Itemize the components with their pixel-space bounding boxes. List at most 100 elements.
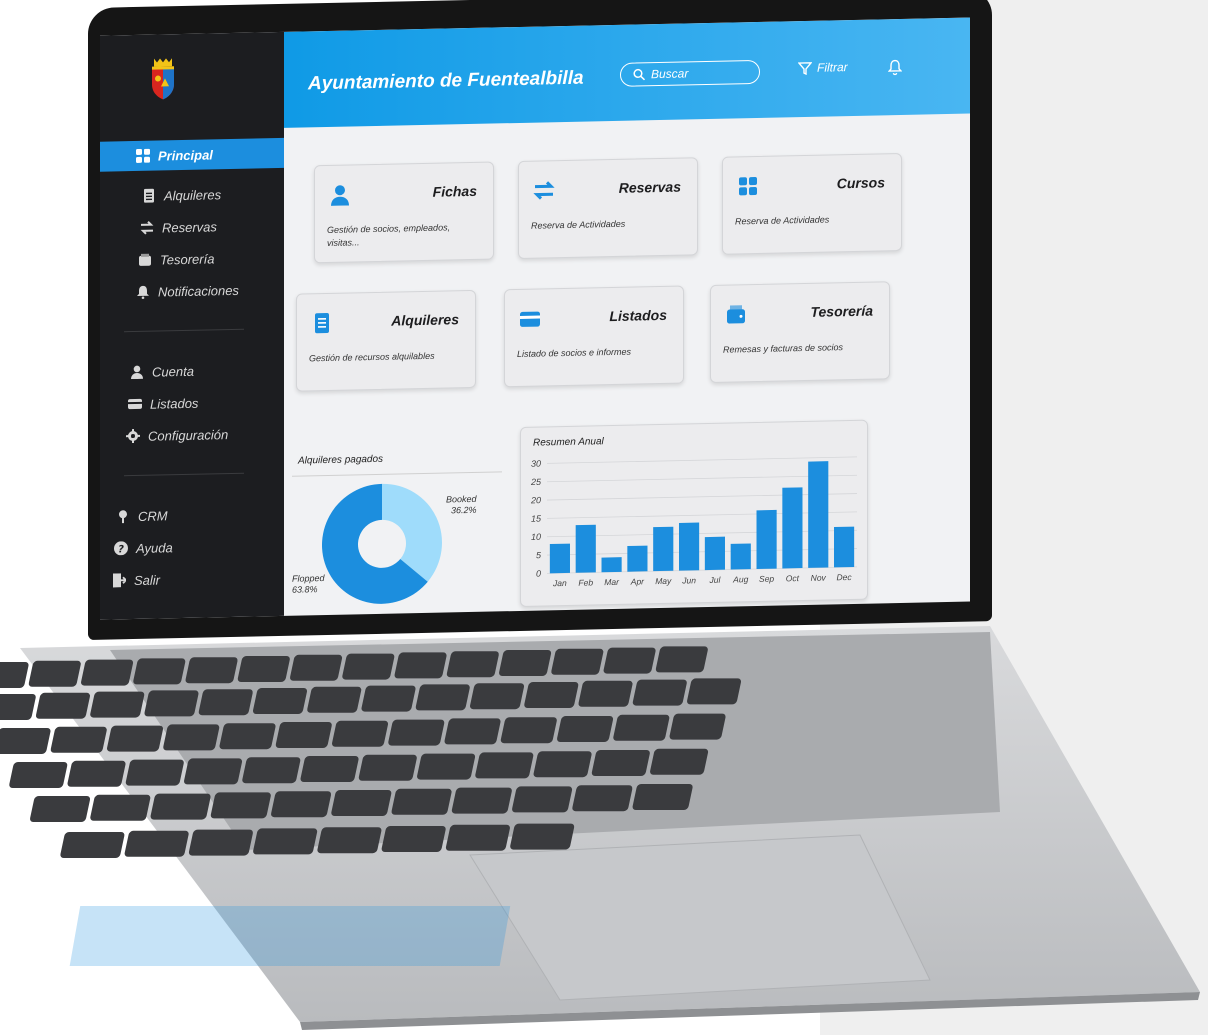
- sidebar-divider: [124, 472, 244, 477]
- card-listados[interactable]: Listados Listado de socios e informes: [504, 285, 684, 388]
- keyboard-key: [133, 658, 186, 685]
- bar-chart: 0 5 10 15 20 25 30 Jan Feb Mar Apr May Jun Jul Aug Sep O…: [530, 456, 857, 588]
- sidebar-item-configuracion[interactable]: Configuración: [126, 419, 228, 451]
- keyboard-key: [415, 684, 470, 711]
- card-cursos[interactable]: Cursos Reserva de Actividades: [722, 152, 902, 255]
- keyboard-key: [290, 654, 343, 681]
- card-tesoreria[interactable]: Tesorería Remesas y facturas de socios: [710, 281, 890, 383]
- card-title: Tesorería: [810, 302, 873, 320]
- keyboard-key: [391, 788, 452, 815]
- keyboard-key: [188, 829, 253, 856]
- sidebar-item-label: Notificaciones: [158, 282, 239, 300]
- card-icon: [520, 311, 540, 327]
- sidebar-item-label: Tesorería: [160, 250, 215, 267]
- keyboard-key: [332, 720, 389, 747]
- keyboard-key: [107, 725, 164, 752]
- y-tick-label: 5: [536, 550, 542, 560]
- keyboard-key: [687, 678, 742, 705]
- keyboard-key: [271, 791, 332, 818]
- keyboard-key: [444, 718, 501, 745]
- coat-of-arms-logo: [152, 58, 174, 100]
- keyboard-key: [0, 728, 51, 754]
- sidebar-item-label: Reservas: [162, 218, 217, 235]
- sidebar-item-label: Cuenta: [152, 363, 194, 380]
- keyboard-key: [125, 759, 184, 786]
- keyboard-key: [381, 826, 446, 852]
- card-title: Reservas: [618, 178, 681, 196]
- y-tick-label: 10: [531, 532, 541, 542]
- keyboard-key: [0, 694, 36, 720]
- notification-bell-icon[interactable]: [888, 59, 902, 76]
- keyboard-key: [613, 714, 670, 741]
- bar-mar: [601, 557, 622, 573]
- sidebar-item-alquileres[interactable]: Alquileres: [142, 179, 221, 211]
- y-tick-label: 15: [531, 513, 542, 523]
- sidebar-item-notificaciones[interactable]: Notificaciones: [136, 275, 239, 307]
- keyboard-key: [163, 724, 220, 751]
- grid-icon: [739, 177, 757, 196]
- keyboard-key: [551, 648, 604, 675]
- keyboard-key: [90, 794, 151, 821]
- sidebar-divider: [124, 328, 244, 333]
- x-tick-label: Mar: [604, 577, 620, 587]
- keyboard-key: [655, 646, 708, 673]
- card-reservas[interactable]: Reservas Reserva de Actividades: [518, 157, 698, 259]
- card-title: Cursos: [836, 174, 885, 192]
- keyboard-key: [470, 683, 525, 710]
- sidebar-item-ayuda[interactable]: ? Ayuda: [114, 532, 173, 563]
- search-input[interactable]: Buscar: [620, 59, 760, 87]
- card-description: Gestión de recursos alquilables: [309, 350, 435, 364]
- slice-label: Flopped: [292, 573, 325, 584]
- card-fichas[interactable]: Fichas Gestión de socios, empleados, vis…: [314, 161, 494, 264]
- x-tick-label: Nov: [811, 573, 827, 583]
- keyboard-key: [219, 723, 276, 750]
- keyboard-key: [237, 656, 290, 682]
- sidebar-item-label: Listados: [150, 395, 199, 412]
- grid-icon: [136, 148, 150, 163]
- keyboard-key: [9, 762, 68, 788]
- card-alquileres[interactable]: Alquileres Gestión de recursos alquilabl…: [296, 289, 476, 392]
- y-tick-label: 30: [531, 459, 541, 469]
- card-description: Listado de socios e informes: [517, 346, 632, 360]
- sidebar-item-tesoreria[interactable]: Tesorería: [138, 243, 214, 275]
- sidebar-item-salir[interactable]: Salir: [112, 564, 160, 595]
- crm-icon: [119, 510, 127, 524]
- sidebar-item-label: Salir: [134, 571, 161, 588]
- card-title: Alquileres: [391, 311, 459, 329]
- keyboard-key: [557, 716, 614, 742]
- sidebar-item-listados[interactable]: Listados: [128, 388, 198, 419]
- keyboard-key: [81, 659, 134, 686]
- card-description: Remesas y facturas de socios: [723, 342, 844, 355]
- flopped-label: Flopped 63.8%: [292, 573, 325, 596]
- x-tick-label: Apr: [630, 576, 645, 586]
- document-icon: [144, 188, 154, 203]
- sidebar-item-crm[interactable]: CRM: [116, 500, 168, 531]
- keyboard-key: [67, 760, 126, 787]
- sidebar: Principal Alquileres Reservas Tesorería …: [100, 31, 284, 620]
- keyboard-key: [185, 657, 238, 684]
- user-icon: [331, 185, 349, 206]
- sidebar-item-reservas[interactable]: Reservas: [140, 211, 217, 243]
- card-title: Listados: [609, 306, 667, 325]
- bell-icon: [137, 285, 149, 299]
- sidebar-item-principal[interactable]: Principal: [100, 137, 284, 172]
- x-tick-label: Jul: [708, 575, 721, 585]
- sidebar-item-cuenta[interactable]: Cuenta: [130, 356, 194, 387]
- y-tick-label: 0: [536, 569, 541, 579]
- keyboard-key: [50, 726, 107, 753]
- card-description: Gestión de socios, empleados, visitas...: [327, 222, 451, 248]
- keyboard-key: [446, 651, 499, 678]
- keyboard-key: [669, 713, 726, 740]
- keyboard-key: [578, 680, 633, 707]
- help-icon: ?: [114, 541, 128, 555]
- slice-label: Booked: [446, 493, 477, 505]
- filter-button[interactable]: Filtrar: [798, 60, 848, 75]
- svg-text:?: ?: [118, 544, 124, 555]
- keyboard-key: [198, 689, 253, 716]
- bar-dec: [834, 526, 855, 568]
- y-tick-label: 20: [530, 495, 541, 505]
- bar-chart-panel: Resumen Anual 0 5 10 15 20 25 30 Jan Feb Mar Apr Ma…: [520, 419, 868, 607]
- x-tick-label: Jun: [681, 575, 696, 585]
- keyboard-key: [342, 653, 395, 680]
- keyboard-key: [124, 830, 189, 857]
